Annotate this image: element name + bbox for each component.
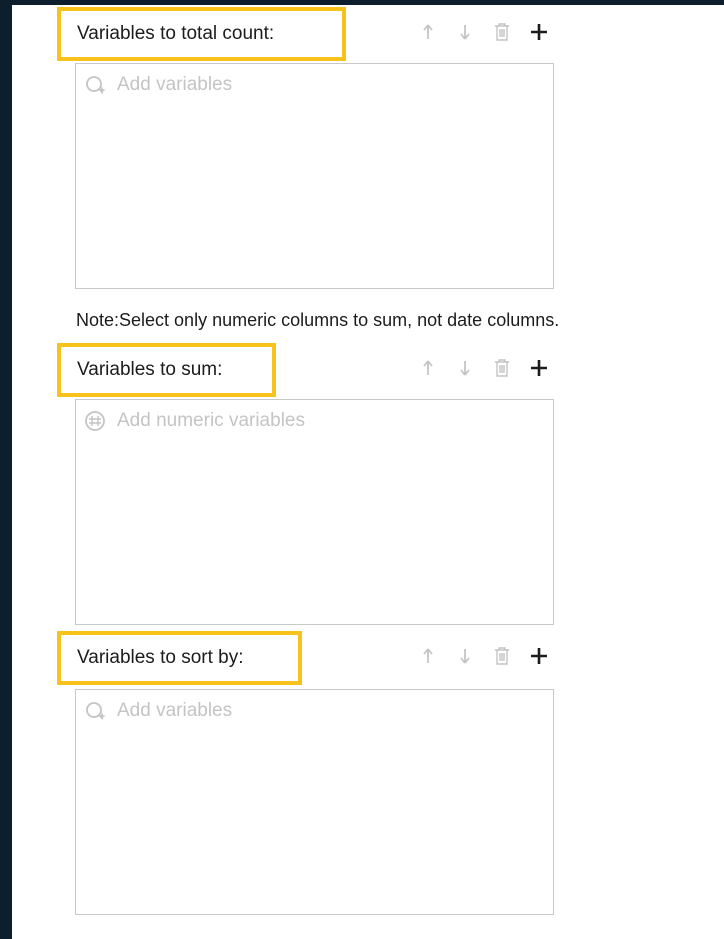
move-up-button[interactable] [409,19,446,45]
label-highlight-box: Variables to sum: [57,343,276,397]
add-button[interactable] [520,643,557,669]
move-down-button[interactable] [446,355,483,381]
trash-icon [494,647,509,665]
delete-button[interactable] [483,643,520,669]
arrow-down-icon [459,649,470,664]
arrow-down-icon [459,25,470,40]
label-highlight-box: Variables to sort by: [57,631,302,685]
label-highlight-box: Variables to total count: [57,7,346,61]
variables-placeholder: Add variables [84,74,232,96]
arrow-down-icon [459,361,470,376]
section-label: Variables to total count: [77,23,275,44]
move-down-button[interactable] [446,19,483,45]
arrow-up-icon [422,360,433,375]
placeholder-text: Add variables [117,700,233,721]
arrow-up-icon [422,24,433,39]
variables-placeholder: Add variables [84,700,232,722]
variable-search-icon [86,76,106,94]
numeric-variable-icon [85,411,105,431]
move-down-button[interactable] [446,643,483,669]
variables-box[interactable]: Add numeric variables [75,399,554,625]
toolbar [409,19,559,45]
delete-button[interactable] [483,355,520,381]
placeholder-text: Add variables [117,74,233,95]
arrow-up-icon [422,648,433,663]
trash-icon [494,359,509,377]
section-label: Variables to sort by: [77,647,244,668]
placeholder-text: Add numeric variables [117,410,305,431]
plus-icon [530,648,547,664]
section-label: Variables to sum: [77,359,223,380]
plus-icon [530,24,547,40]
toolbar [409,355,559,381]
options-panel: Variables to total count: Add variables … [12,5,724,939]
note-text: Note:Select only numeric columns to sum,… [76,310,560,330]
variables-box[interactable]: Add variables [75,689,554,915]
variable-search-icon [86,702,106,720]
variables-placeholder: Add numeric variables [84,410,305,432]
trash-icon [494,23,509,41]
variables-box[interactable]: Add variables [75,63,554,289]
add-button[interactable] [520,19,557,45]
delete-button[interactable] [483,19,520,45]
add-button[interactable] [520,355,557,381]
move-up-button[interactable] [409,355,446,381]
toolbar [409,643,559,669]
plus-icon [530,360,547,376]
move-up-button[interactable] [409,643,446,669]
